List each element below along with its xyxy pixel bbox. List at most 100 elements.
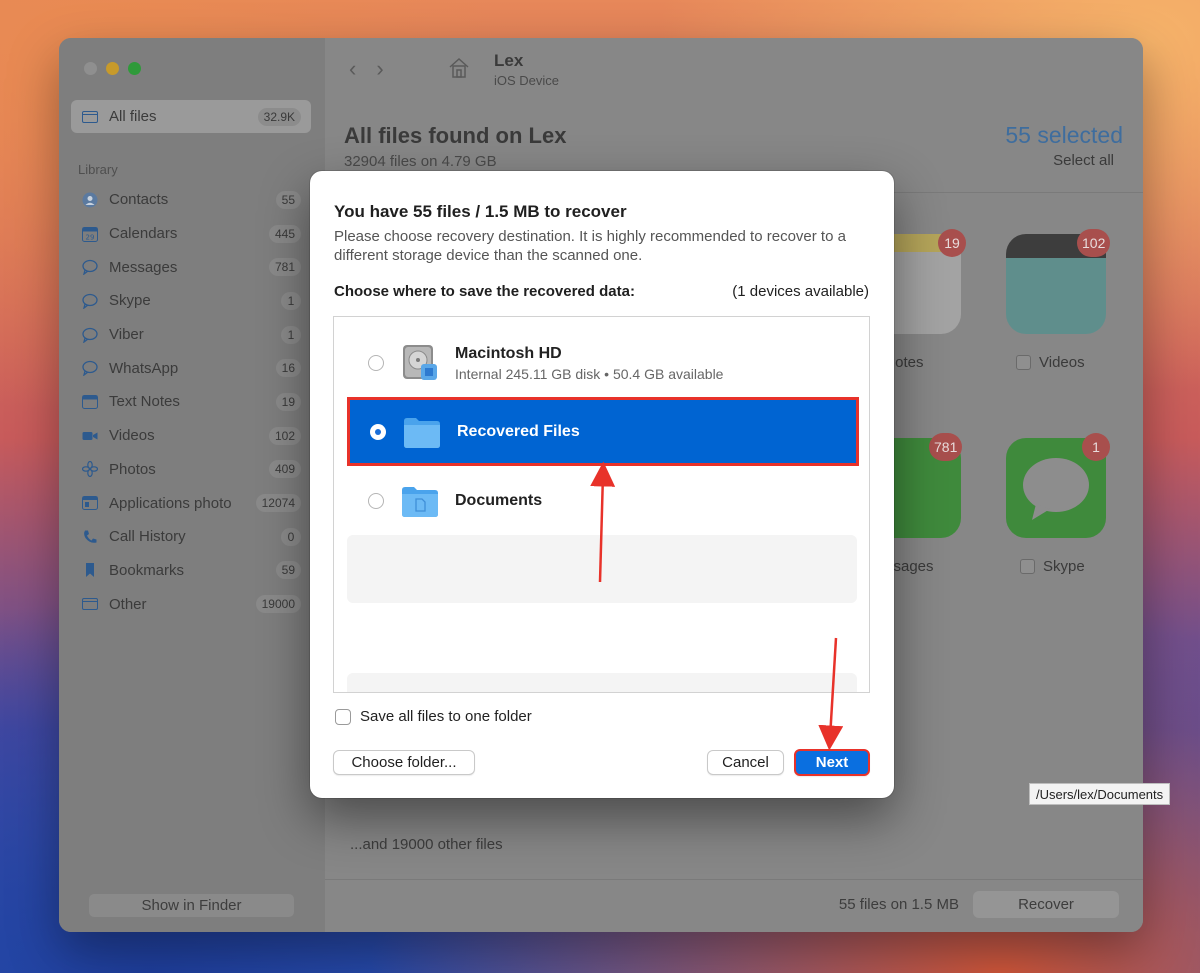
folder-icon: [402, 412, 442, 452]
sidebar-item-skype[interactable]: Skype 1: [71, 284, 311, 318]
count-badge: 1: [281, 291, 301, 310]
sidebar-item-text-notes[interactable]: Text Notes 19: [71, 385, 311, 419]
folder-icon: [81, 108, 98, 125]
home-icon[interactable]: [447, 56, 471, 80]
hard-drive-icon: [400, 343, 440, 383]
sidebar-item-photos[interactable]: Photos 409: [71, 453, 311, 487]
destination-macintosh-hd[interactable]: Macintosh HD Internal 245.11 GB disk • 5…: [348, 331, 856, 395]
destination-recovered-files[interactable]: Recovered Files: [347, 397, 859, 466]
page-title: All files found on Lex: [344, 123, 567, 148]
sidebar-item-label: Calendars: [109, 225, 178, 243]
notification-badge: 19: [938, 229, 966, 257]
sidebar-item-messages[interactable]: Messages 781: [71, 250, 311, 284]
sidebar-item-calendars[interactable]: 29 Calendars 445: [71, 217, 311, 251]
count-badge: 19000: [255, 595, 301, 614]
sidebar-item-viber[interactable]: Viber 1: [71, 318, 311, 352]
selection-summary: 55 files on 1.5 MB: [838, 896, 959, 913]
forward-arrow-icon[interactable]: ›: [376, 56, 383, 82]
count-badge: 19: [275, 392, 301, 411]
devices-available: (1 devices available): [732, 283, 869, 300]
footer-divider: [325, 879, 1143, 880]
destination-name: Recovered Files: [457, 422, 580, 440]
calendar-icon: 29: [81, 225, 98, 242]
radio-button[interactable]: [368, 493, 384, 509]
notification-badge: 1: [1082, 433, 1110, 461]
count-badge: 59: [275, 561, 301, 580]
path-tooltip: /Users/lex/Documents: [1029, 783, 1171, 805]
sidebar-list: Contacts 55 29 Calendars 445 Messages 78…: [71, 183, 311, 621]
sidebar-item-label: Skype: [109, 292, 151, 310]
choose-folder-button[interactable]: Choose folder...: [333, 750, 475, 775]
tile-label[interactable]: Videos: [1016, 354, 1085, 371]
window-controls: [84, 62, 141, 75]
sidebar-item-label: All files: [109, 108, 157, 125]
navigation-buttons: ‹ ›: [349, 56, 384, 82]
sidebar-item-all-files[interactable]: All files 32.9K: [71, 100, 311, 133]
skype-checkbox[interactable]: [1020, 559, 1035, 574]
sidebar-item-other[interactable]: Other 19000: [71, 587, 311, 621]
sidebar-item-applications-photo[interactable]: Applications photo 12074: [71, 486, 311, 520]
sidebar-item-label: Viber: [109, 326, 144, 344]
video-icon: [81, 427, 98, 444]
maximize-window-button[interactable]: [128, 62, 141, 75]
sidebar-item-contacts[interactable]: Contacts 55: [71, 183, 311, 217]
recovery-destination-dialog: You have 55 files / 1.5 MB to recover Pl…: [310, 171, 894, 798]
close-window-button[interactable]: [84, 62, 97, 75]
message-icon: [81, 360, 98, 377]
sidebar-item-label: WhatsApp: [109, 359, 179, 377]
sidebar-item-label: Videos: [109, 427, 155, 445]
dialog-description: Please choose recovery destination. It i…: [334, 228, 846, 264]
app-photo-icon: [81, 495, 98, 512]
device-name: Lex: [494, 51, 524, 70]
other-files-note: ...and 19000 other files: [350, 836, 503, 853]
notes-icon: [81, 393, 98, 410]
recover-button[interactable]: Recover: [973, 891, 1119, 918]
save-one-folder-checkbox[interactable]: [335, 708, 351, 725]
sidebar-item-label: Photos: [109, 460, 156, 478]
empty-slot: [347, 535, 857, 603]
destination-detail: Internal 245.11 GB disk • 50.4 GB availa…: [455, 365, 724, 382]
select-all-link[interactable]: Select all: [1053, 152, 1114, 169]
sidebar-item-bookmarks[interactable]: Bookmarks 59: [71, 554, 311, 588]
destination-text: Macintosh HD Internal 245.11 GB disk • 5…: [455, 345, 723, 382]
sidebar-item-label: Other: [109, 595, 147, 613]
count-badge: 445: [268, 224, 301, 243]
count-badge: 55: [275, 190, 301, 209]
dialog-title: You have 55 files / 1.5 MB to recover: [334, 202, 627, 221]
save-one-folder-option[interactable]: Save all files to one folder: [335, 708, 532, 725]
photos-icon: [81, 461, 98, 478]
phone-icon: [81, 528, 98, 545]
tile-label[interactable]: Skype: [1020, 558, 1085, 575]
other-icon: [81, 596, 98, 613]
count-badge: 32.9K: [257, 107, 301, 126]
sidebar-item-whatsapp[interactable]: WhatsApp 16: [71, 351, 311, 385]
destination-name: Documents: [455, 492, 543, 509]
radio-button[interactable]: [368, 355, 384, 371]
sidebar: All files 32.9K Library Contacts 55 29 C…: [59, 38, 325, 932]
count-badge: 409: [268, 460, 301, 479]
destination-prompt: Choose where to save the recovered data:: [334, 283, 635, 300]
sidebar-item-label: Bookmarks: [109, 561, 185, 579]
count-badge: 16: [275, 359, 301, 378]
back-arrow-icon[interactable]: ‹: [349, 56, 356, 82]
next-button[interactable]: Next: [794, 749, 870, 776]
count-badge: 12074: [255, 494, 301, 513]
count-badge: 781: [268, 258, 301, 277]
notification-badge: 781: [929, 433, 963, 461]
destination-documents[interactable]: Documents: [348, 469, 856, 533]
destination-list: Macintosh HD Internal 245.11 GB disk • 5…: [333, 316, 870, 693]
videos-checkbox[interactable]: [1016, 355, 1031, 370]
sidebar-item-call-history[interactable]: Call History 0: [71, 520, 311, 554]
sidebar-item-label: Applications photo: [109, 494, 232, 512]
radio-button-selected[interactable]: [370, 423, 386, 440]
notification-badge: 102: [1077, 229, 1111, 257]
message-icon: [81, 259, 98, 276]
show-in-finder-button[interactable]: Show in Finder: [89, 894, 294, 917]
sidebar-item-label: Text Notes: [109, 393, 180, 411]
cancel-button[interactable]: Cancel: [707, 750, 784, 775]
minimize-window-button[interactable]: [106, 62, 119, 75]
sidebar-item-label: Contacts: [109, 191, 169, 209]
sidebar-item-videos[interactable]: Videos 102: [71, 419, 311, 453]
library-section-heading: Library: [78, 162, 118, 177]
message-icon: [81, 292, 98, 309]
